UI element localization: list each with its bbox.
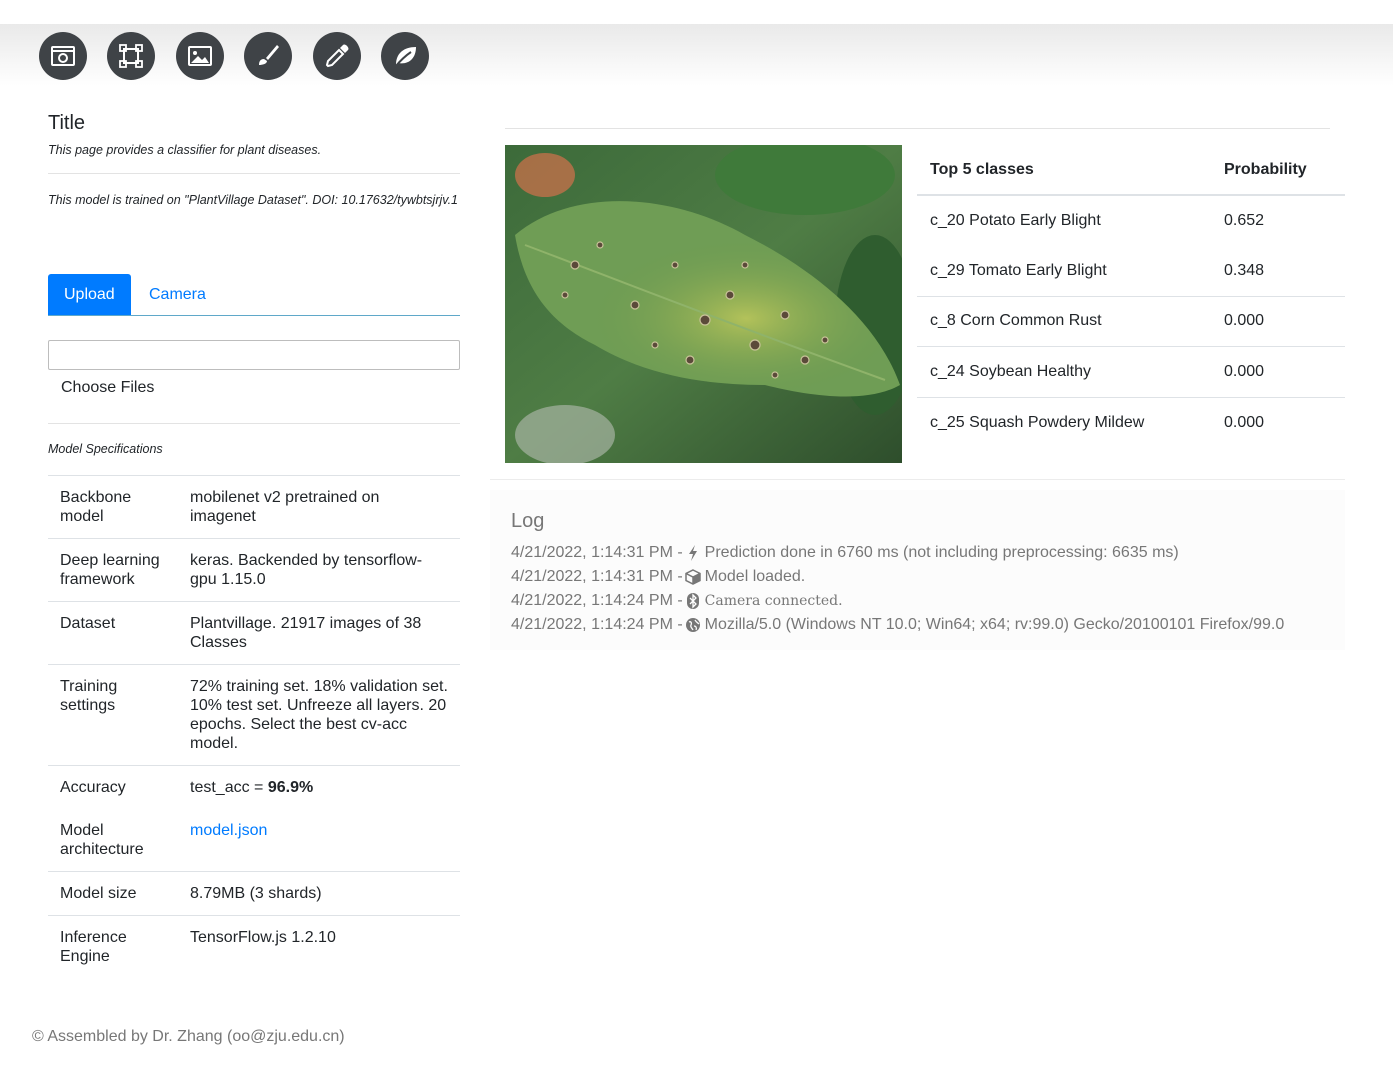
- log-time: 4/21/2022, 1:14:31 PM -: [511, 544, 683, 561]
- log-time: 4/21/2022, 1:14:24 PM -: [511, 616, 683, 633]
- class-cell: c_24 Soybean Healthy: [917, 346, 1211, 397]
- spec-key: Deep learning framework: [48, 538, 178, 602]
- spec-key: Model architecture: [60, 822, 144, 858]
- table-row: c_25 Squash Powdery Mildew 0.000: [917, 396, 1345, 448]
- table-row: c_8 Corn Common Rust 0.000: [917, 295, 1345, 347]
- camera-window-icon: [51, 46, 75, 66]
- table-row: Inference Engine TensorFlow.js 1.2.10: [48, 915, 460, 978]
- specs-title: Model Specifications: [48, 442, 163, 456]
- spec-value: TensorFlow.js 1.2.10: [178, 915, 460, 978]
- log-entry: 4/21/2022, 1:14:24 PM - Camera connected…: [511, 589, 1324, 613]
- table-row: Dataset Plantvillage. 21917 images of 38…: [48, 601, 460, 665]
- image-button[interactable]: [176, 32, 224, 80]
- leaf-icon: [394, 47, 416, 68]
- log-time: 4/21/2022, 1:14:31 PM -: [511, 568, 683, 585]
- choose-files-button[interactable]: Choose Files: [61, 379, 154, 397]
- prob-cell: 0.000: [1211, 346, 1345, 397]
- predictions-table: Top 5 classes Probability c_20 Potato Ea…: [917, 145, 1345, 448]
- class-cell: c_25 Squash Powdery Mildew: [917, 396, 1211, 448]
- prob-cell: 0.000: [1211, 396, 1345, 448]
- spec-value: model.json: [178, 809, 460, 872]
- spec-key: Dataset: [48, 601, 178, 665]
- table-row: Model size 8.79MB (3 shards): [48, 871, 460, 916]
- spec-value: 8.79MB (3 shards): [178, 871, 460, 916]
- crop-frame-button[interactable]: [107, 32, 155, 80]
- spec-key: Model size: [48, 871, 178, 916]
- page-title: Title: [48, 112, 86, 134]
- crop-frame-icon: [119, 44, 143, 68]
- prob-cell: 0.000: [1211, 295, 1345, 347]
- log-entry: 4/21/2022, 1:14:24 PM - Mozilla/5.0 (Win…: [511, 613, 1324, 637]
- log-text: Mozilla/5.0 (Windows NT 10.0; Win64; x64…: [704, 616, 1285, 633]
- log-title: Log: [511, 510, 545, 532]
- table-header-row: Top 5 classes Probability: [917, 145, 1345, 196]
- tab-upload[interactable]: Upload: [48, 274, 131, 315]
- table-row: c_20 Potato Early Blight 0.652: [917, 195, 1345, 246]
- divider: [48, 173, 460, 174]
- spec-value: mobilenet v2 pretrained on imagenet: [178, 475, 460, 539]
- cube-icon: [684, 569, 701, 585]
- header-probability: Probability: [1211, 145, 1345, 196]
- spec-value: Plantvillage. 21917 images of 38 Classes: [178, 601, 460, 665]
- table-row: Training settings 72% training set. 18% …: [48, 664, 460, 766]
- log-time: 4/21/2022, 1:14:24 PM -: [511, 592, 683, 609]
- spec-value: test_acc = 96.9%: [178, 765, 460, 809]
- eyedropper-icon: [325, 44, 349, 68]
- file-input[interactable]: [48, 340, 460, 370]
- log-text: Model loaded.: [704, 568, 806, 585]
- log-entry: 4/21/2022, 1:14:31 PM - Prediction done …: [511, 541, 1324, 565]
- table-row: Model architecture model.json: [48, 809, 460, 872]
- eyedropper-button[interactable]: [313, 32, 361, 80]
- globe-icon: [685, 617, 701, 633]
- divider: [48, 423, 460, 424]
- paint-brush-icon: [259, 45, 279, 65]
- model-note: This model is trained on "PlantVillage D…: [48, 193, 459, 207]
- log-entry: 4/21/2022, 1:14:31 PM - Model loaded.: [511, 565, 1324, 589]
- table-row: Deep learning framework keras. Backended…: [48, 538, 460, 602]
- log-text: Camera connected.: [704, 593, 843, 609]
- divider: [505, 128, 1330, 129]
- accuracy-prefix: test_acc =: [190, 779, 268, 796]
- log-panel: Log 4/21/2022, 1:14:31 PM - Prediction d…: [490, 490, 1345, 650]
- tab-camera[interactable]: Camera: [133, 274, 222, 315]
- log-text: Prediction done in 6760 ms (not includin…: [704, 544, 1179, 561]
- prob-cell: 0.652: [1224, 211, 1265, 229]
- spec-key: Accuracy: [48, 765, 178, 809]
- prob-cell: 0.348: [1224, 261, 1265, 279]
- camera-window-button[interactable]: [39, 32, 87, 80]
- divider: [490, 479, 1345, 480]
- paint-brush-button[interactable]: [244, 32, 292, 80]
- table-row: Backbone model mobilenet v2 pretrained o…: [48, 475, 460, 539]
- table-row: c_24 Soybean Healthy 0.000: [917, 346, 1345, 397]
- class-cell: c_29 Tomato Early Blight: [930, 261, 1107, 279]
- spec-key: Training settings: [48, 664, 178, 766]
- class-cell: c_8 Corn Common Rust: [917, 295, 1211, 347]
- accuracy-value: 96.9%: [267, 779, 314, 796]
- bolt-icon: [685, 545, 701, 561]
- spec-key: Inference Engine: [48, 915, 178, 978]
- header-class: Top 5 classes: [917, 145, 1211, 196]
- model-json-link[interactable]: model.json: [190, 822, 267, 839]
- bluetooth-icon: [685, 593, 701, 609]
- toolbar: [0, 24, 1393, 86]
- class-cell: c_20 Potato Early Blight: [930, 211, 1101, 229]
- footer: © Assembled by Dr. Zhang (oo@zju.edu.cn): [32, 1028, 345, 1045]
- spec-value: 72% training set. 18% validation set. 10…: [178, 664, 460, 766]
- input-tabs: Upload Camera: [48, 274, 460, 316]
- page-description: This page provides a classifier for plan…: [48, 143, 322, 157]
- specs-table: Backbone model mobilenet v2 pretrained o…: [48, 475, 460, 978]
- table-row: Accuracy test_acc = 96.9%: [48, 765, 460, 809]
- spec-key: Backbone model: [48, 475, 178, 539]
- image-icon: [188, 46, 212, 66]
- left-column: Title This page provides a classifier fo…: [48, 100, 460, 978]
- leaf-button[interactable]: [381, 32, 429, 80]
- spec-value: keras. Backended by tensorflow-gpu 1.15.…: [178, 538, 460, 602]
- table-row: c_29 Tomato Early Blight 0.348: [917, 246, 1345, 297]
- input-image: [505, 145, 902, 463]
